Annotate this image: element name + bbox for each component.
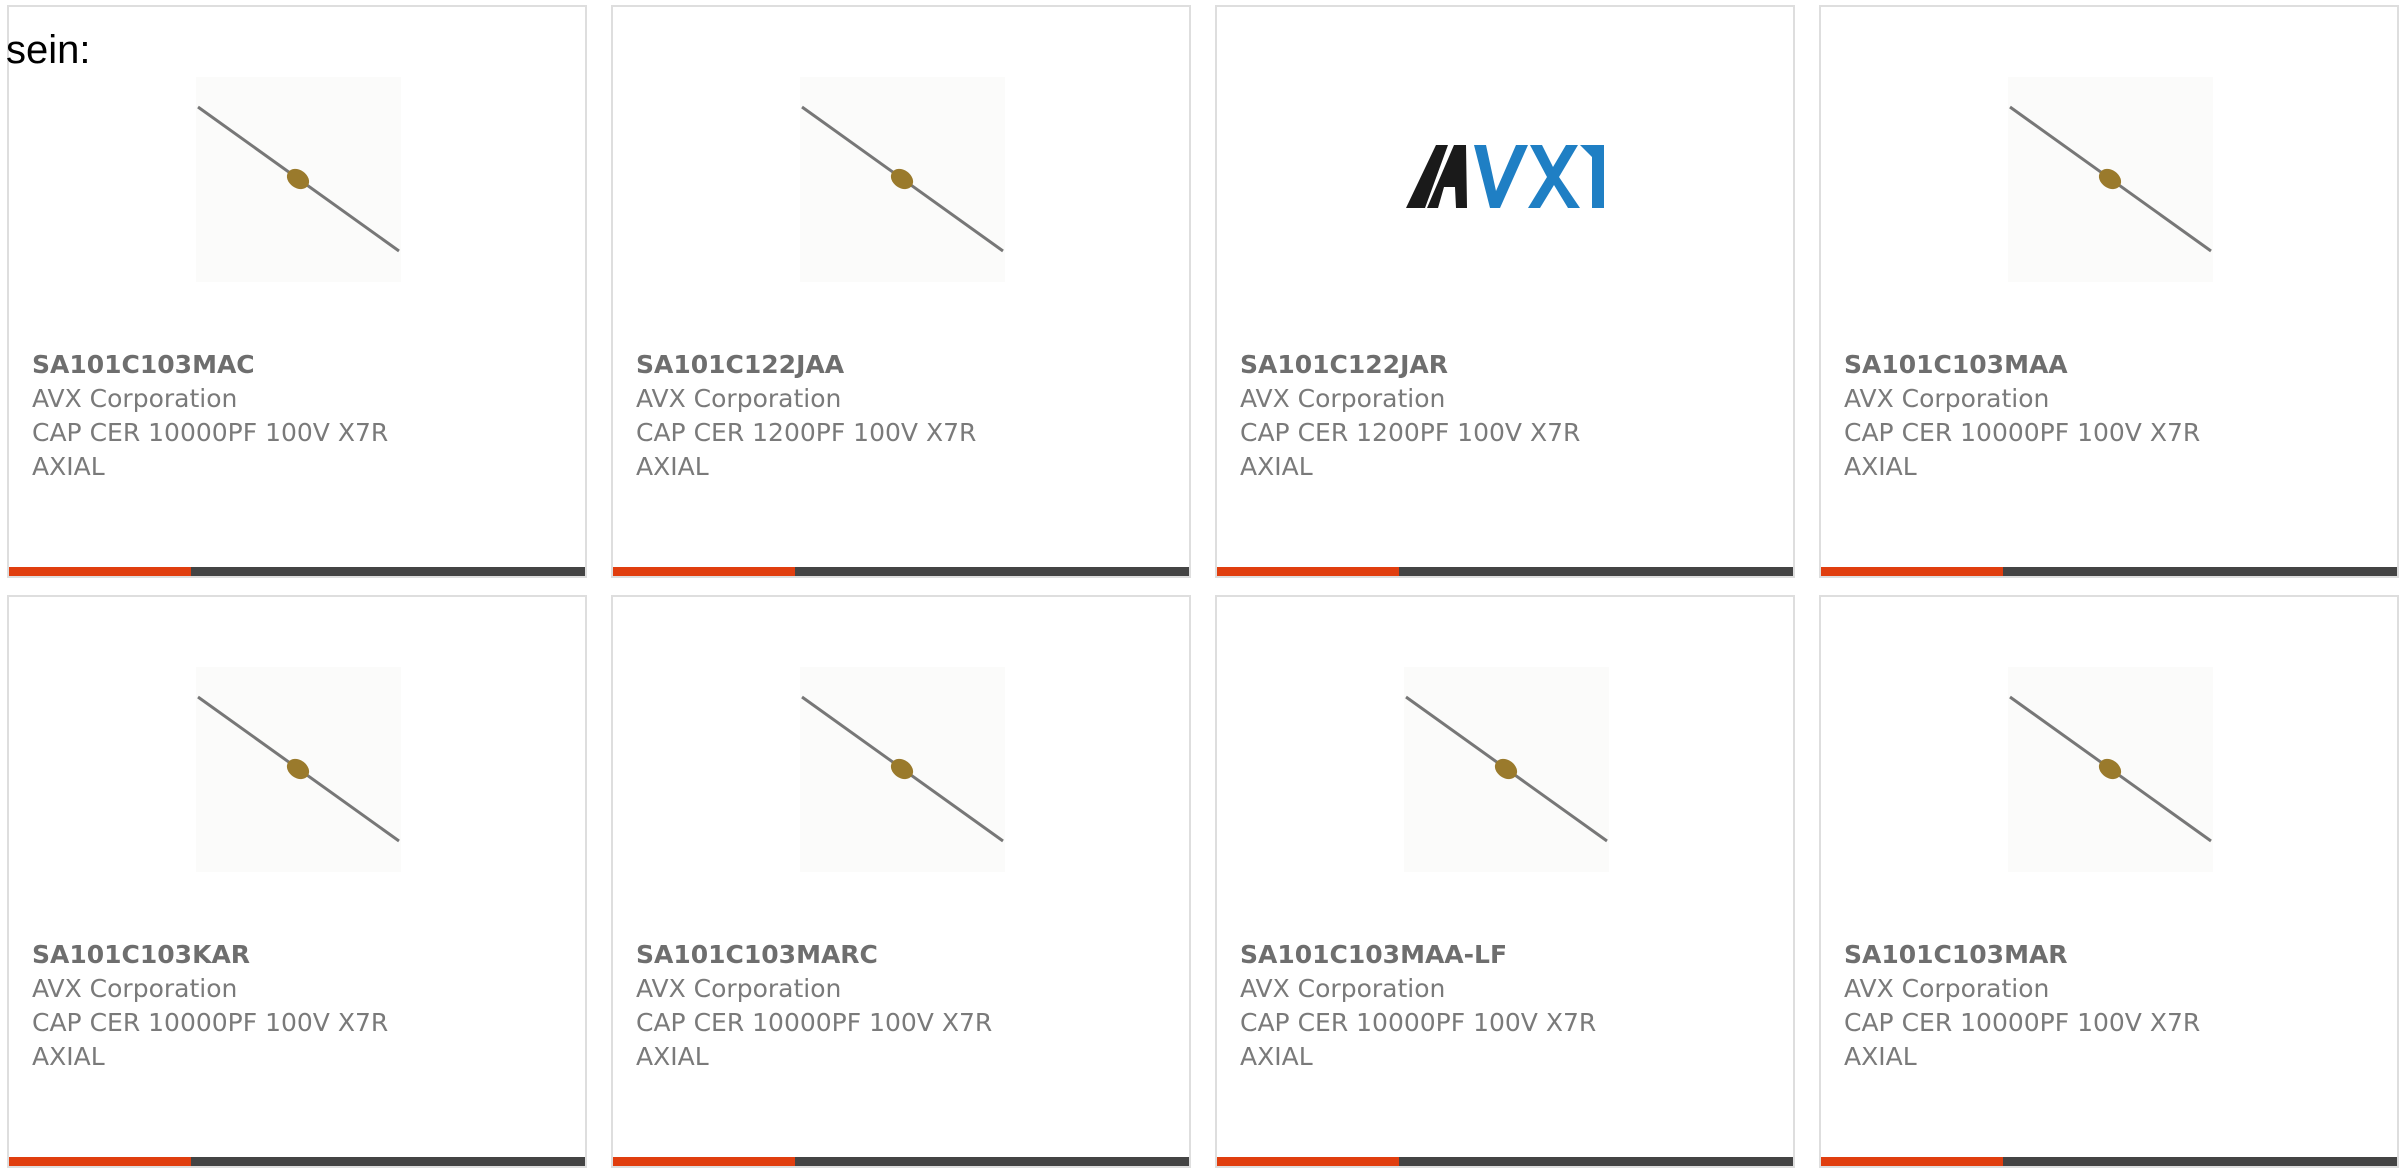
capacitor-icon: [800, 667, 1005, 872]
card-bar: [1217, 1157, 1793, 1166]
card-bar-accent: [613, 1157, 795, 1166]
card-bar-accent: [1217, 567, 1399, 576]
product-card[interactable]: SA101C103MAA-LF AVX Corporation CAP CER …: [1215, 595, 1795, 1168]
capacitor-icon: [1404, 667, 1609, 872]
product-card[interactable]: SA101C103MAR AVX Corporation CAP CER 100…: [1819, 595, 2399, 1168]
manufacturer: AVX Corporation: [32, 384, 238, 413]
card-bar: [1217, 567, 1793, 576]
part-number: SA101C122JAR: [1240, 350, 1448, 379]
manufacturer: AVX Corporation: [636, 974, 842, 1003]
card-bar-accent: [9, 567, 191, 576]
manufacturer: AVX Corporation: [1844, 384, 2050, 413]
product-info: SA101C103MAR AVX Corporation CAP CER 100…: [1844, 938, 2244, 1074]
product-card[interactable]: SA101C122JAA AVX Corporation CAP CER 120…: [611, 5, 1191, 578]
product-card[interactable]: SA101C103MARC AVX Corporation CAP CER 10…: [611, 595, 1191, 1168]
card-bar-accent: [1821, 1157, 2003, 1166]
part-number: SA101C103MAR: [1844, 940, 2068, 969]
product-card[interactable]: SA101C122JAR AVX Corporation CAP CER 120…: [1215, 5, 1795, 578]
part-number: SA101C103MARC: [636, 940, 878, 969]
card-bar-accent: [613, 567, 795, 576]
card-bar: [613, 1157, 1189, 1166]
product-card[interactable]: SA101C103KAR AVX Corporation CAP CER 100…: [7, 595, 587, 1168]
part-number: SA101C103MAA-LF: [1240, 940, 1508, 969]
product-info: SA101C103MAA AVX Corporation CAP CER 100…: [1844, 348, 2244, 484]
capacitor-icon: [196, 77, 401, 282]
description: CAP CER 1200PF 100V X7R AXIAL: [636, 418, 977, 481]
description: CAP CER 10000PF 100V X7R AXIAL: [636, 1008, 993, 1071]
description: CAP CER 10000PF 100V X7R AXIAL: [1844, 1008, 2201, 1071]
manufacturer: AVX Corporation: [1240, 974, 1446, 1003]
card-bar-accent: [9, 1157, 191, 1166]
description: CAP CER 10000PF 100V X7R AXIAL: [32, 1008, 389, 1071]
card-bar: [9, 1157, 585, 1166]
part-number: SA101C103MAA: [1844, 350, 2068, 379]
capacitor-icon: [2008, 667, 2213, 872]
avx-logo: [1404, 77, 1609, 282]
product-card[interactable]: SA101C103MAC AVX Corporation CAP CER 100…: [7, 5, 587, 578]
description: CAP CER 10000PF 100V X7R AXIAL: [32, 418, 389, 481]
description: CAP CER 10000PF 100V X7R AXIAL: [1844, 418, 2201, 481]
product-info: SA101C122JAA AVX Corporation CAP CER 120…: [636, 348, 1036, 484]
intro-text: sein:: [6, 28, 91, 72]
product-info: SA101C103MARC AVX Corporation CAP CER 10…: [636, 938, 1036, 1074]
manufacturer: AVX Corporation: [32, 974, 238, 1003]
product-card[interactable]: SA101C103MAA AVX Corporation CAP CER 100…: [1819, 5, 2399, 578]
product-info: SA101C103MAC AVX Corporation CAP CER 100…: [32, 348, 432, 484]
product-info: SA101C103MAA-LF AVX Corporation CAP CER …: [1240, 938, 1640, 1074]
manufacturer: AVX Corporation: [1240, 384, 1446, 413]
description: CAP CER 10000PF 100V X7R AXIAL: [1240, 1008, 1597, 1071]
card-bar: [9, 567, 585, 576]
part-number: SA101C103KAR: [32, 940, 251, 969]
product-info: SA101C103KAR AVX Corporation CAP CER 100…: [32, 938, 432, 1074]
card-bar-accent: [1821, 567, 2003, 576]
capacitor-icon: [800, 77, 1005, 282]
capacitor-icon: [2008, 77, 2213, 282]
capacitor-icon: [196, 667, 401, 872]
card-bar: [1821, 567, 2397, 576]
product-info: SA101C122JAR AVX Corporation CAP CER 120…: [1240, 348, 1640, 484]
manufacturer: AVX Corporation: [636, 384, 842, 413]
description: CAP CER 1200PF 100V X7R AXIAL: [1240, 418, 1581, 481]
part-number: SA101C122JAA: [636, 350, 845, 379]
card-bar: [1821, 1157, 2397, 1166]
part-number: SA101C103MAC: [32, 350, 255, 379]
card-bar-accent: [1217, 1157, 1399, 1166]
card-bar: [613, 567, 1189, 576]
manufacturer: AVX Corporation: [1844, 974, 2050, 1003]
